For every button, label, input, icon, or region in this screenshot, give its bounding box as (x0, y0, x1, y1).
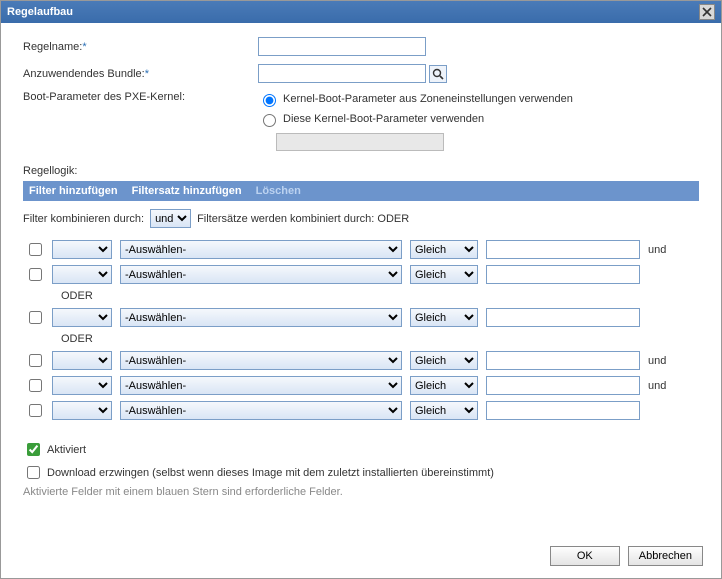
force-download-row[interactable]: Download erzwingen (selbst wenn dieses I… (23, 463, 699, 482)
combine-label: Filter kombinieren durch: (23, 213, 144, 225)
filter-row: -Auswählen- Gleich (23, 265, 699, 284)
close-icon (702, 7, 712, 17)
filter-connector: und (648, 244, 676, 256)
logic-toolbar: Filter hinzufügen Filtersatz hinzufügen … (23, 181, 699, 201)
filter-op-select[interactable]: Gleich (410, 265, 478, 284)
filter-field-b-select[interactable]: -Auswählen- (120, 401, 402, 420)
close-button[interactable] (699, 4, 715, 20)
filter-field-a-select[interactable] (52, 376, 112, 395)
force-download-checkbox[interactable] (27, 466, 40, 479)
filter-value-input[interactable] (486, 401, 640, 420)
filter-row-checkbox[interactable] (29, 243, 42, 256)
filter-row: -Auswählen- Gleich und (23, 376, 699, 395)
dialog-title: Regelaufbau (7, 6, 73, 18)
filter-op-select[interactable]: Gleich (410, 401, 478, 420)
logic-heading: Regellogik: (23, 165, 699, 177)
rulename-input[interactable] (258, 37, 426, 56)
enabled-checkbox-row[interactable]: Aktiviert (23, 440, 699, 459)
filter-value-input[interactable] (486, 240, 640, 259)
bootparam-label: Boot-Parameter des PXE-Kernel: (23, 91, 258, 103)
filter-connector: und (648, 380, 676, 392)
filter-op-select[interactable]: Gleich (410, 351, 478, 370)
filter-row: -Auswählen- Gleich (23, 401, 699, 420)
filter-field-a-select[interactable] (52, 265, 112, 284)
required-note: Aktivierte Felder mit einem blauen Stern… (23, 486, 699, 498)
combine-select[interactable]: und (150, 209, 191, 228)
filter-row: -Auswählen- Gleich und (23, 351, 699, 370)
rulename-label: Regelname: (23, 41, 82, 53)
filter-op-select[interactable]: Gleich (410, 376, 478, 395)
filter-field-a-select[interactable] (52, 351, 112, 370)
filter-op-select[interactable]: Gleich (410, 308, 478, 327)
ok-button[interactable]: OK (550, 546, 620, 566)
radio-use-zone-label: Kernel-Boot-Parameter aus Zoneneinstellu… (283, 93, 573, 105)
cancel-button[interactable]: Abbrechen (628, 546, 703, 566)
filter-value-input[interactable] (486, 351, 640, 370)
filter-row: -Auswählen- Gleich und (23, 240, 699, 259)
filter-row-checkbox[interactable] (29, 268, 42, 281)
radio-use-custom-input[interactable] (263, 114, 276, 127)
radio-use-custom-label: Diese Kernel-Boot-Parameter verwenden (283, 113, 484, 125)
filter-value-input[interactable] (486, 376, 640, 395)
filter-field-b-select[interactable]: -Auswählen- (120, 308, 402, 327)
filter-row-checkbox[interactable] (29, 311, 42, 324)
enabled-label: Aktiviert (47, 444, 86, 456)
filter-field-b-select[interactable]: -Auswählen- (120, 351, 402, 370)
radio-use-zone-input[interactable] (263, 94, 276, 107)
filter-field-b-select[interactable]: -Auswählen- (120, 240, 402, 259)
filter-connector: und (648, 355, 676, 367)
add-filterset-link[interactable]: Filtersatz hinzufügen (132, 185, 242, 197)
filter-op-select[interactable]: Gleich (410, 240, 478, 259)
bundle-input[interactable] (258, 64, 426, 83)
delete-link: Löschen (256, 185, 301, 197)
sets-combine-label: Filtersätze werden kombiniert durch: ODE… (197, 213, 409, 225)
filter-field-a-select[interactable] (52, 240, 112, 259)
rule-dialog: Regelaufbau Regelname:* Anzuwendendes Bu… (0, 0, 722, 579)
filter-row-checkbox[interactable] (29, 404, 42, 417)
radio-use-custom[interactable]: Diese Kernel-Boot-Parameter verwenden (258, 111, 573, 127)
filter-field-b-select[interactable]: -Auswählen- (120, 376, 402, 395)
filter-field-a-select[interactable] (52, 308, 112, 327)
radio-use-zone[interactable]: Kernel-Boot-Parameter aus Zoneneinstellu… (258, 91, 573, 107)
add-filter-link[interactable]: Filter hinzufügen (29, 185, 118, 197)
filter-value-input[interactable] (486, 265, 640, 284)
set-divider-or: ODER (61, 290, 699, 302)
bundle-browse-button[interactable] (429, 65, 447, 83)
filter-row: -Auswählen- Gleich (23, 308, 699, 327)
set-divider-or: ODER (61, 333, 699, 345)
filter-value-input[interactable] (486, 308, 640, 327)
filter-field-a-select[interactable] (52, 401, 112, 420)
search-icon (432, 68, 444, 80)
enabled-checkbox[interactable] (27, 443, 40, 456)
titlebar: Regelaufbau (1, 1, 721, 23)
required-star: * (82, 41, 86, 53)
custom-boot-input (276, 133, 444, 151)
filter-field-b-select[interactable]: -Auswählen- (120, 265, 402, 284)
force-download-label: Download erzwingen (selbst wenn dieses I… (47, 467, 494, 479)
bundle-label: Anzuwendendes Bundle: (23, 68, 145, 80)
filter-row-checkbox[interactable] (29, 354, 42, 367)
filter-row-checkbox[interactable] (29, 379, 42, 392)
required-star: * (145, 68, 149, 80)
dialog-content: Regelname:* Anzuwendendes Bundle:* Boot-… (1, 23, 721, 508)
